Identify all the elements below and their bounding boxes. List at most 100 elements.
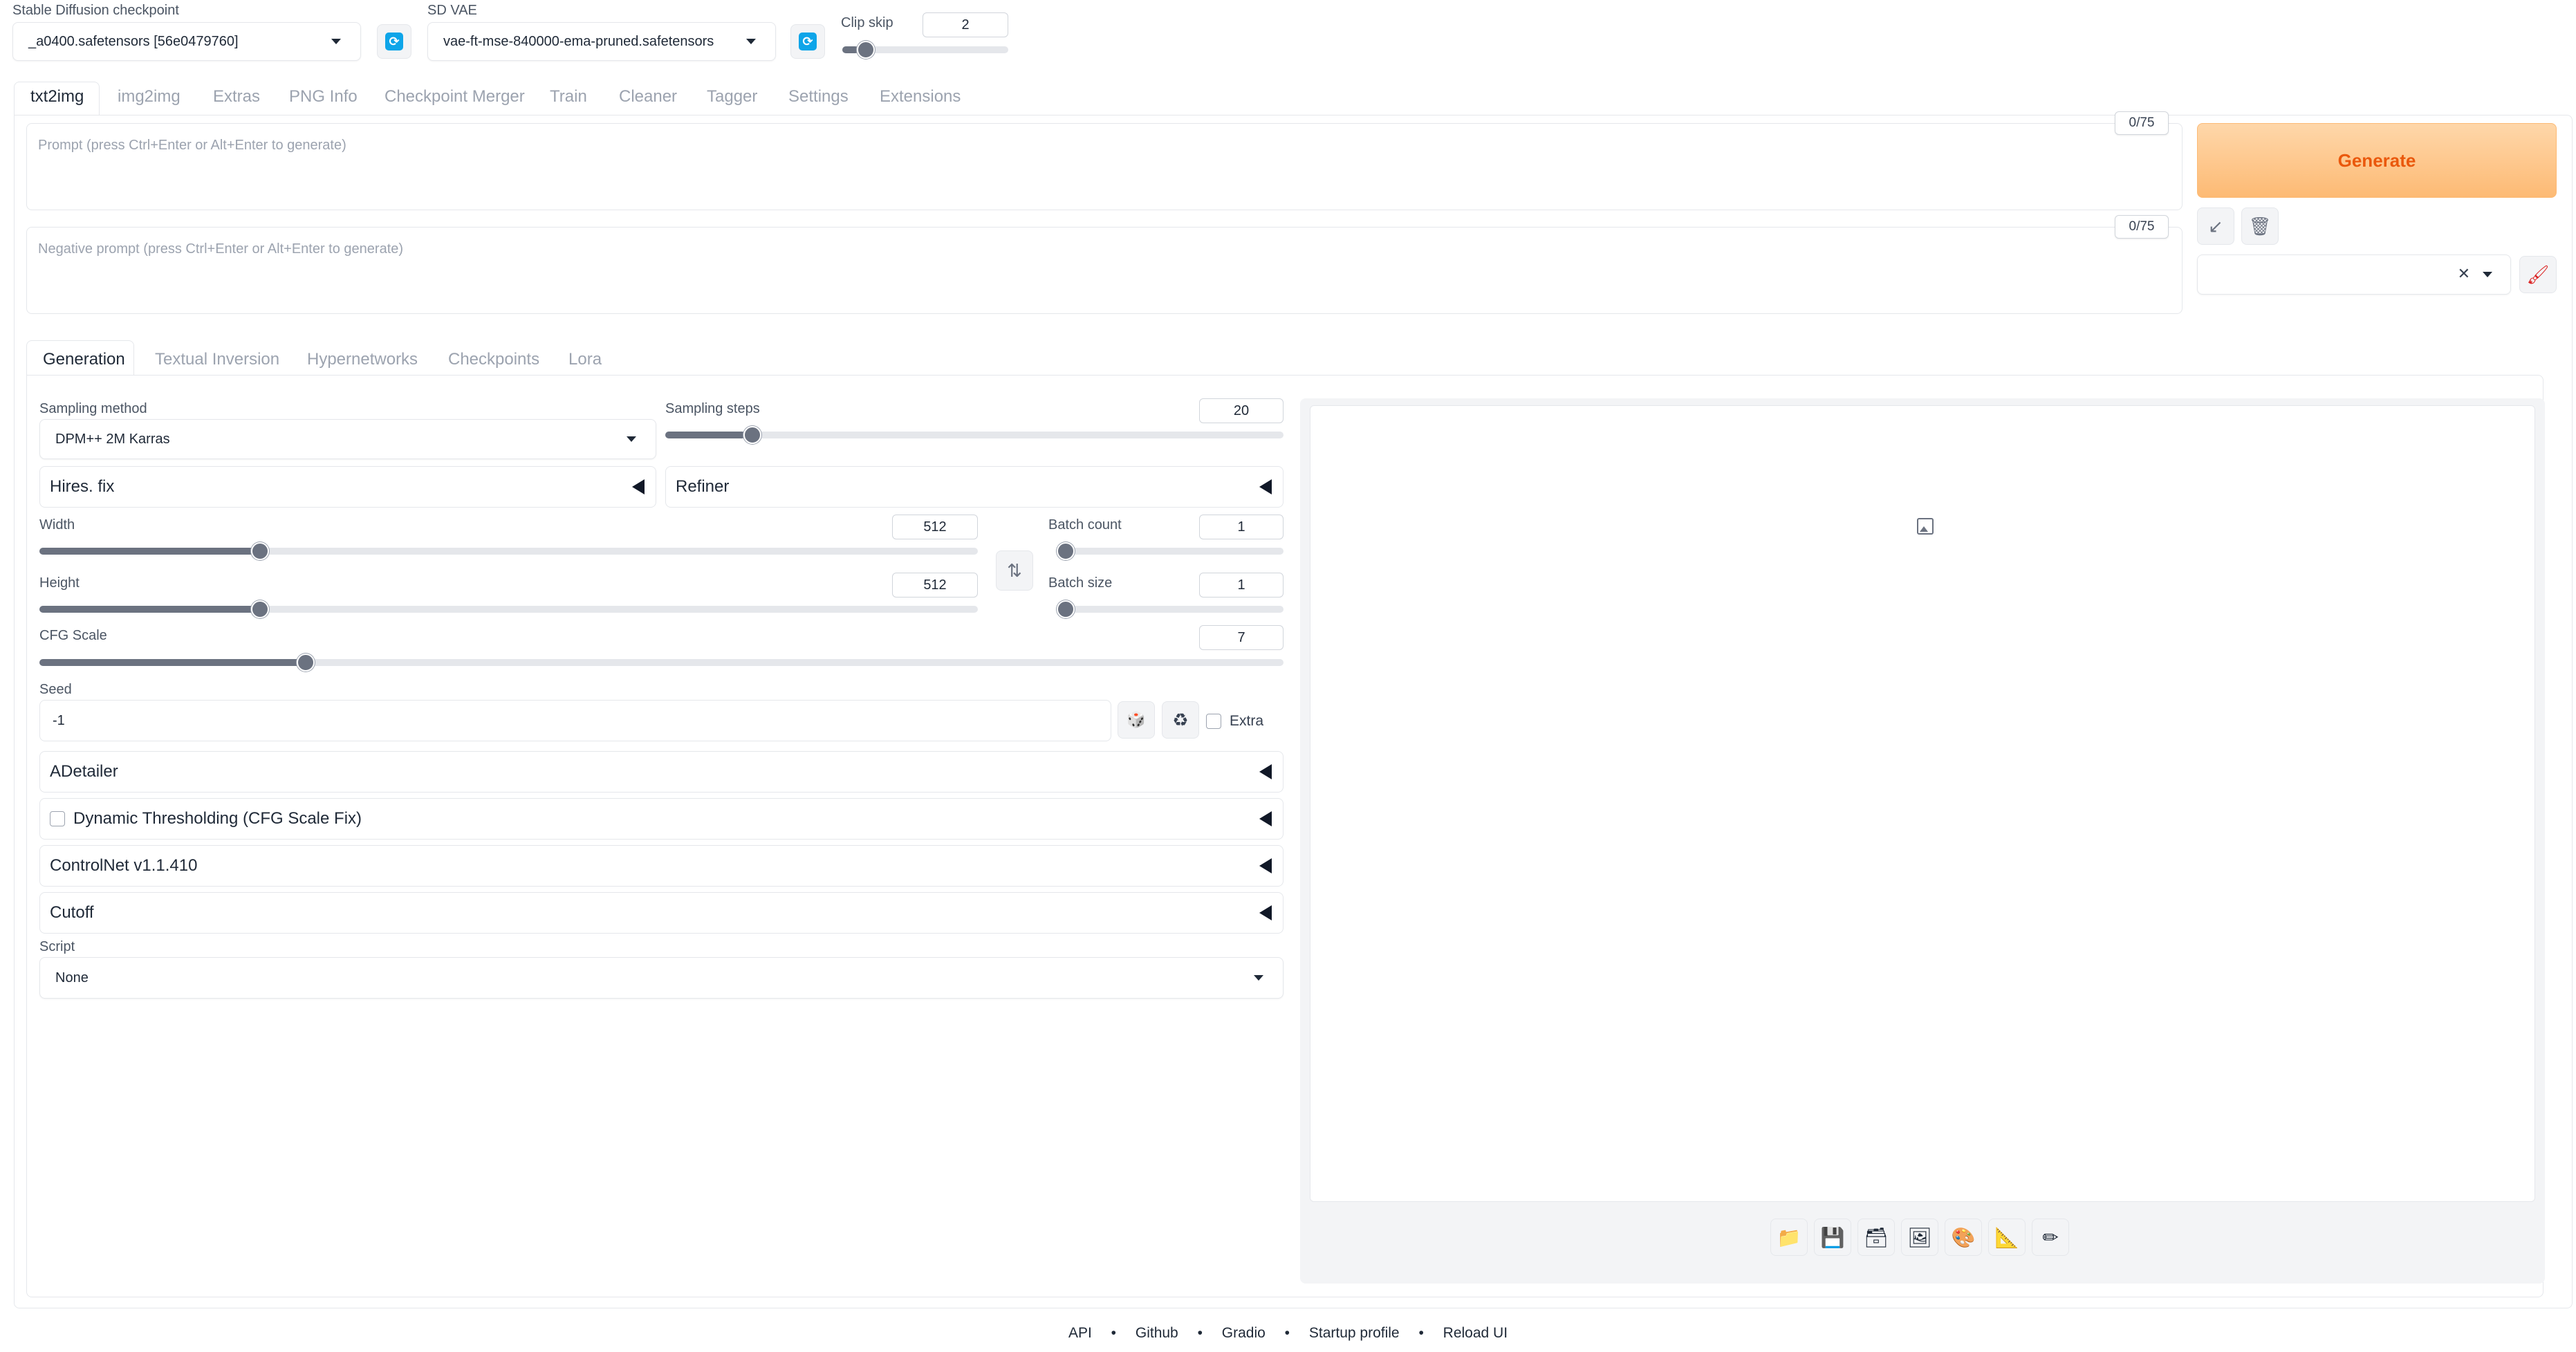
cfg-scale-input[interactable]: 7 [1199, 625, 1284, 650]
negative-prompt-textarea[interactable]: Negative prompt (press Ctrl+Enter or Alt… [26, 227, 2183, 314]
collapse-triangle-icon [1259, 858, 1272, 873]
dice-icon: 🎲 [1127, 711, 1146, 728]
slider-fill [39, 548, 256, 555]
save-button[interactable]: 💾 [1814, 1219, 1851, 1256]
read-params-button[interactable]: ↙ [2197, 207, 2234, 245]
tab-img2img[interactable]: img2img [118, 87, 180, 107]
tab-checkpoint-merger[interactable]: Checkpoint Merger [384, 87, 525, 107]
prompt-textarea[interactable]: Prompt (press Ctrl+Enter or Alt+Enter to… [26, 123, 2183, 210]
sampling-steps-label: Sampling steps [665, 401, 760, 416]
checkpoint-refresh-button[interactable]: ⟳ [377, 24, 411, 59]
script-dropdown[interactable]: None [39, 957, 1284, 999]
collapse-triangle-icon [1259, 764, 1272, 779]
cutoff-label: Cutoff [50, 903, 94, 922]
width-slider[interactable] [39, 542, 978, 560]
tab-tagger[interactable]: Tagger [707, 87, 757, 107]
styles-dropdown[interactable]: ✕ [2197, 254, 2511, 295]
open-folder-button[interactable]: 📁 [1770, 1219, 1808, 1256]
width-input[interactable]: 512 [892, 515, 978, 539]
batch-count-input[interactable]: 1 [1199, 515, 1284, 539]
refiner-accordion[interactable]: Refiner [665, 466, 1284, 508]
batch-size-slider[interactable] [1057, 600, 1284, 618]
slider-thumb[interactable] [743, 426, 761, 444]
folder-icon: 📁 [1777, 1226, 1801, 1248]
subtab-lora[interactable]: Lora [568, 350, 602, 369]
tab-txt2img[interactable]: txt2img [30, 87, 84, 107]
height-input[interactable]: 512 [892, 573, 978, 598]
extra-seed-label: Extra [1230, 713, 1264, 729]
script-value: None [55, 970, 89, 985]
footer-link-gradio[interactable]: Gradio [1222, 1325, 1266, 1341]
subtab-hypernetworks[interactable]: Hypernetworks [307, 350, 418, 369]
hires-fix-label: Hires. fix [50, 477, 115, 496]
palette-icon: 🎨 [1951, 1226, 1976, 1248]
clear-prompt-button[interactable]: 🗑 [2241, 207, 2279, 245]
zip-button[interactable]: 🗃 [1857, 1219, 1895, 1256]
chevron-down-icon [746, 39, 756, 44]
slider-thumb[interactable] [857, 41, 875, 59]
vae-refresh-button[interactable]: ⟳ [790, 24, 825, 59]
footer-link-startup-profile[interactable]: Startup profile [1309, 1325, 1400, 1341]
swap-dimensions-button[interactable]: ⇅ [996, 550, 1033, 591]
tab-settings[interactable]: Settings [788, 87, 849, 107]
slider-fill [39, 659, 301, 666]
collapse-triangle-icon [1259, 905, 1272, 920]
random-seed-button[interactable]: 🎲 [1118, 701, 1155, 739]
slider-thumb[interactable] [1057, 542, 1075, 560]
adetailer-accordion[interactable]: ADetailer [39, 751, 1284, 793]
tab-extras[interactable]: Extras [213, 87, 260, 107]
footer-link-github[interactable]: Github [1136, 1325, 1178, 1341]
generate-button[interactable]: Generate [2197, 123, 2557, 198]
subtab-generation[interactable]: Generation [43, 350, 125, 369]
checkpoint-dropdown[interactable]: _a0400.safetensors [56e0479760] [12, 22, 361, 61]
seed-input[interactable]: -1 [39, 700, 1111, 741]
edit-styles-button[interactable]: 🖌 [2519, 256, 2557, 293]
batch-size-input[interactable]: 1 [1199, 573, 1284, 598]
subtab-textual-inversion[interactable]: Textual Inversion [155, 350, 279, 369]
extra-seed-checkbox[interactable] [1206, 714, 1221, 729]
footer: API • Github • Gradio • Startup profile … [0, 1325, 2576, 1342]
reuse-seed-button[interactable]: ♻ [1162, 701, 1199, 739]
controlnet-accordion[interactable]: ControlNet v1.1.410 [39, 845, 1284, 887]
sampling-steps-slider[interactable] [665, 426, 1284, 444]
dynamic-thresholding-accordion[interactable]: Dynamic Thresholding (CFG Scale Fix) [39, 798, 1284, 840]
send-to-extras-button[interactable]: 📐 [1988, 1219, 2026, 1256]
sampling-steps-input[interactable]: 20 [1199, 398, 1284, 423]
batch-size-label: Batch size [1048, 575, 1113, 591]
slider-fill [39, 606, 256, 613]
tab-extensions[interactable]: Extensions [880, 87, 961, 107]
adetailer-label: ADetailer [50, 762, 118, 781]
dynamic-thresholding-checkbox[interactable] [50, 811, 65, 826]
batch-count-slider[interactable] [1057, 542, 1284, 560]
tab-cleaner[interactable]: Cleaner [619, 87, 677, 107]
slider-thumb[interactable] [1057, 600, 1075, 618]
slider-thumb[interactable] [251, 600, 270, 618]
footer-link-reload-ui[interactable]: Reload UI [1443, 1325, 1508, 1341]
subtab-checkpoints[interactable]: Checkpoints [448, 350, 539, 369]
recycle-icon: ♻ [1172, 709, 1189, 730]
chevron-down-icon [331, 39, 341, 44]
cutoff-accordion[interactable]: Cutoff [39, 892, 1284, 934]
send-to-inpaint-button[interactable]: 🎨 [1945, 1219, 1982, 1256]
output-gallery[interactable] [1310, 405, 2535, 1202]
swap-arrows-icon: ⇅ [1007, 559, 1022, 581]
height-slider[interactable] [39, 600, 978, 618]
footer-separator: • [1197, 1325, 1203, 1341]
send-to-sketch-button[interactable]: ✏ [2032, 1219, 2069, 1256]
footer-link-api[interactable]: API [1068, 1325, 1092, 1341]
tab-png-info[interactable]: PNG Info [289, 87, 358, 107]
seed-label: Seed [39, 682, 72, 697]
clip-skip-slider[interactable] [842, 41, 1008, 59]
cfg-scale-slider[interactable] [39, 654, 1284, 672]
sampling-method-dropdown[interactable]: DPM++ 2M Karras [39, 419, 656, 459]
slider-thumb[interactable] [251, 542, 270, 560]
clear-styles-icon[interactable]: ✕ [2458, 265, 2470, 283]
vae-dropdown[interactable]: vae-ft-mse-840000-ema-pruned.safetensors [427, 22, 776, 61]
sampling-method-label: Sampling method [39, 401, 147, 416]
hires-fix-accordion[interactable]: Hires. fix [39, 466, 656, 508]
clip-skip-input[interactable]: 2 [923, 12, 1008, 37]
slider-fill [842, 46, 859, 53]
send-to-img2img-button[interactable]: 🖼 [1901, 1219, 1938, 1256]
tab-train[interactable]: Train [550, 87, 587, 107]
dynamic-thresholding-label: Dynamic Thresholding (CFG Scale Fix) [73, 809, 362, 828]
